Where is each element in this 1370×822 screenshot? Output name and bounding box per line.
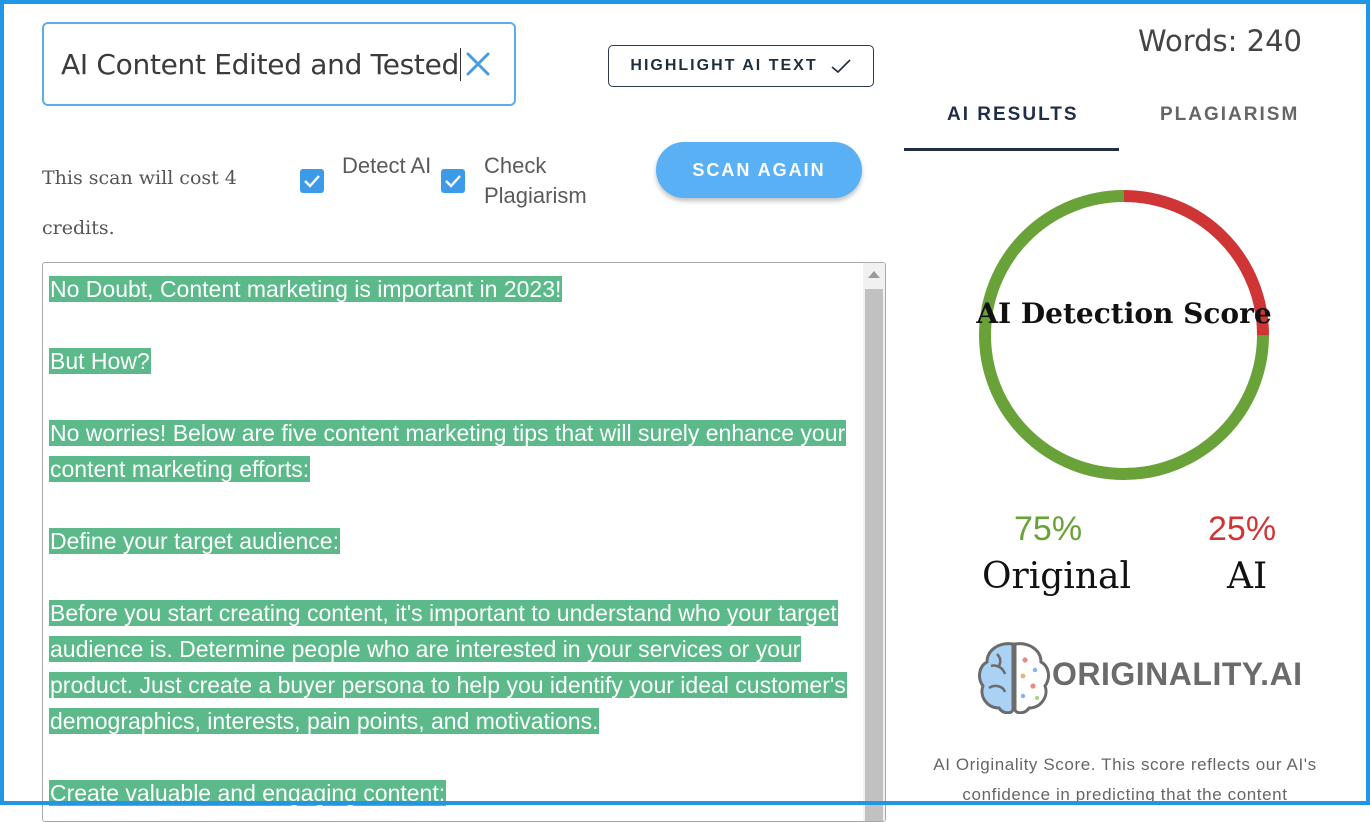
word-count: Words: 240 xyxy=(1138,24,1302,58)
content-text-area[interactable]: No Doubt, Content marketing is important… xyxy=(42,262,886,822)
ai-percent: 25% xyxy=(1208,510,1277,548)
detect-ai-label: Detect AI xyxy=(342,153,432,178)
scan-title-input[interactable]: AI Content Edited and Tested xyxy=(42,22,516,106)
check-plagiarism-label: Check Plagiarism xyxy=(484,153,587,208)
tab-ai-results[interactable]: AI RESULTS xyxy=(947,104,1079,126)
scan-title-value[interactable]: AI Content Edited and Tested xyxy=(61,47,462,81)
original-percent: 75% xyxy=(1014,510,1083,548)
check-icon xyxy=(445,175,461,188)
ai-highlight: No worries! Below are five content marke… xyxy=(49,420,847,482)
content-paragraph: But How? xyxy=(49,343,859,379)
ai-label: AI xyxy=(1227,556,1268,597)
content-paragraph: Define your target audience: xyxy=(49,523,859,559)
content-paragraph: No Doubt, Content marketing is important… xyxy=(49,271,859,307)
ai-highlight: But How? xyxy=(49,348,151,374)
scroll-up-arrow-icon[interactable] xyxy=(868,271,880,278)
active-tab-indicator xyxy=(904,148,1119,151)
content-paragraph: Before you start creating content, it's … xyxy=(49,595,859,739)
highlight-ai-text-button[interactable]: HIGHLIGHT AI TEXT xyxy=(608,45,874,87)
content-paragraph: Create valuable and engaging content: xyxy=(49,775,859,811)
scrollbar[interactable] xyxy=(863,263,885,821)
ai-highlight: Define your target audience: xyxy=(49,528,340,554)
brand-name: ORIGINALITY.AI xyxy=(1052,656,1303,692)
clear-icon[interactable] xyxy=(464,50,492,78)
check-icon xyxy=(304,175,320,188)
ai-highlight: Before you start creating content, it's … xyxy=(49,600,847,734)
highlight-ai-text-label: HIGHLIGHT AI TEXT xyxy=(630,57,818,74)
detect-ai-checkbox[interactable] xyxy=(300,169,324,193)
checkmark-icon xyxy=(831,59,851,74)
tab-plagiarism[interactable]: PLAGIARISM xyxy=(1160,104,1299,126)
scan-again-button[interactable]: SCAN AGAIN xyxy=(656,142,862,198)
content-paragraph: No worries! Below are five content marke… xyxy=(49,415,859,487)
scrollbar-thumb[interactable] xyxy=(865,289,883,821)
check-plagiarism-checkbox[interactable] xyxy=(441,169,465,193)
gauge-title: AI Detection Score xyxy=(976,297,1272,330)
ai-highlight: Create valuable and engaging content: xyxy=(49,780,447,806)
original-label: Original xyxy=(982,556,1131,597)
score-description: AI Originality Score. This score reflect… xyxy=(933,755,1317,804)
content-text[interactable]: No Doubt, Content marketing is important… xyxy=(49,271,859,821)
ai-highlight: No Doubt, Content marketing is important… xyxy=(49,276,563,302)
scan-cost-text: This scan will cost 4 credits. xyxy=(42,167,237,239)
